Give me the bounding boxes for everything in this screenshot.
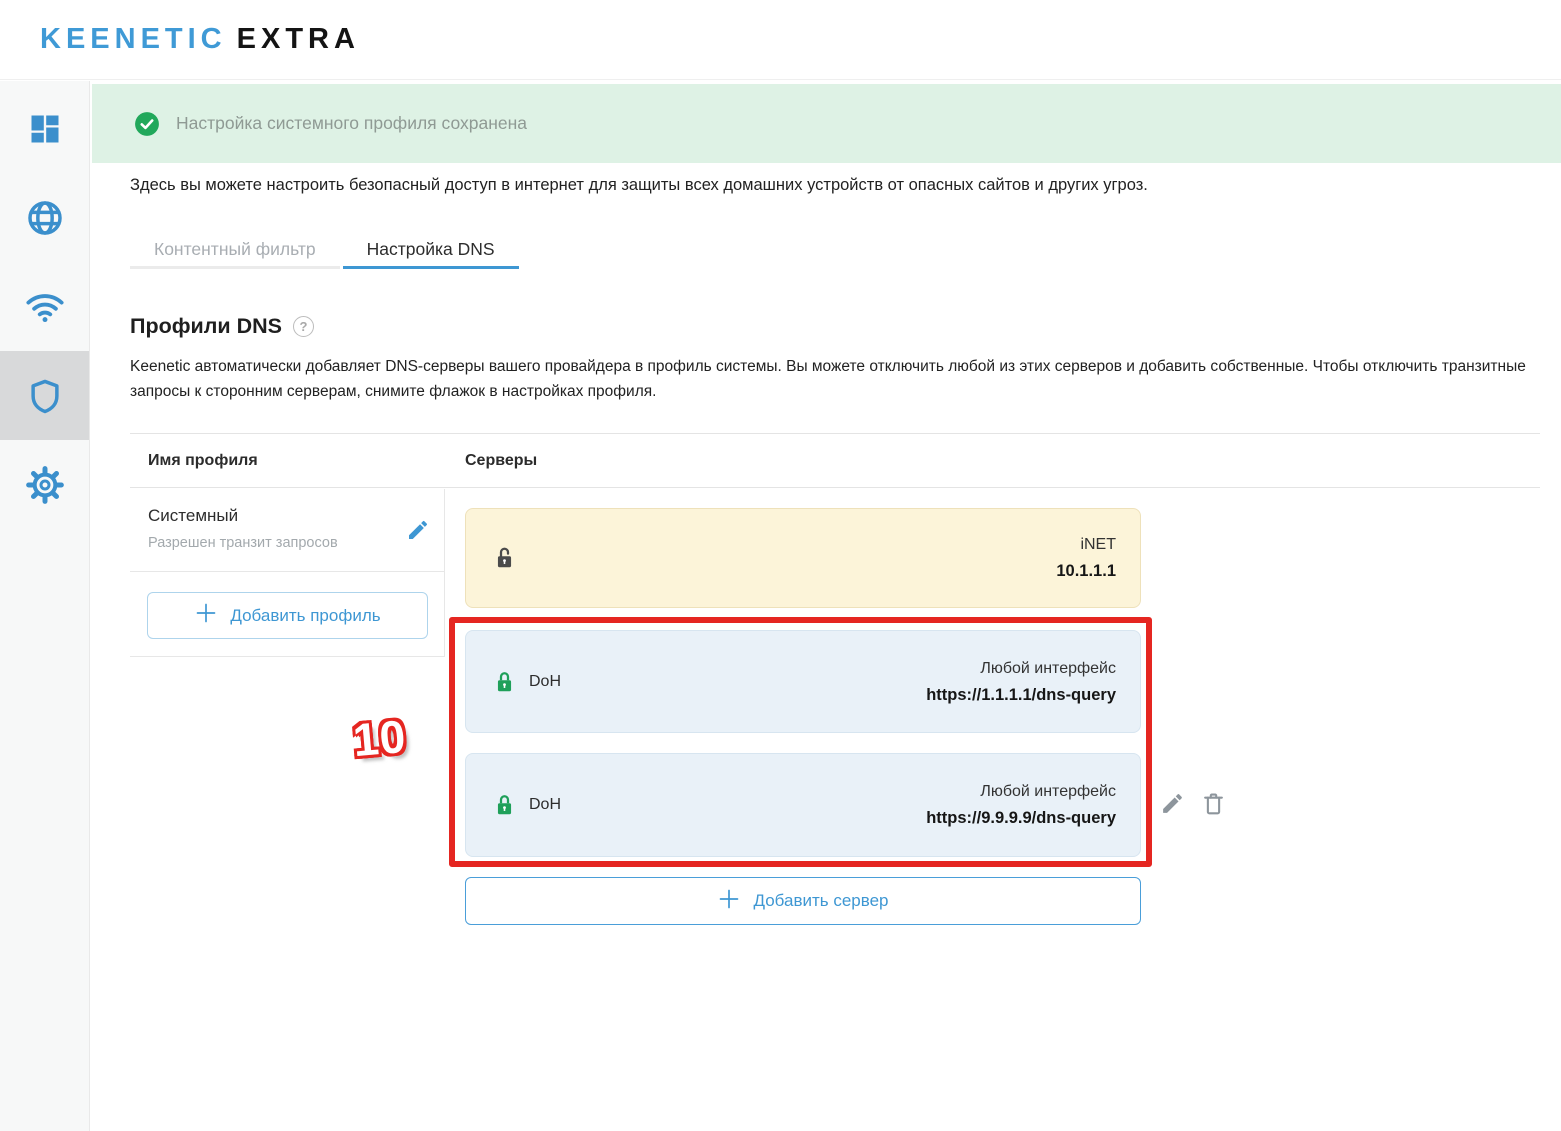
add-profile-button[interactable]: Добавить профиль	[147, 592, 428, 639]
server-card-provider: iNET 10.1.1.1	[465, 508, 1141, 608]
server-address: https://1.1.1.1/dns-query	[926, 682, 1116, 709]
top-header: KEENETIC EXTRA	[0, 0, 1561, 80]
profile-name: Системный	[148, 506, 426, 526]
profile-list: Системный Разрешен транзит запросов Доба…	[130, 489, 445, 657]
plus-icon	[717, 887, 741, 916]
section-description: Keenetic автоматически добавляет DNS-сер…	[130, 354, 1532, 404]
wifi-icon	[24, 286, 66, 328]
column-header-servers: Серверы	[465, 452, 537, 470]
annotation-step-number: 10	[351, 709, 409, 767]
add-profile-label: Добавить профиль	[230, 606, 380, 626]
tab-content-filter[interactable]: Контентный фильтр	[130, 233, 340, 269]
gear-icon	[25, 465, 65, 505]
success-banner: Настройка системного профиля сохранена	[92, 84, 1561, 163]
server-interface-label: Любой интерфейс	[926, 778, 1116, 805]
server-address: 10.1.1.1	[1056, 558, 1116, 585]
tab-bar: Контентный фильтр Настройка DNS	[130, 233, 519, 269]
sidebar-item-settings[interactable]	[0, 440, 89, 529]
section-title: Профили DNS	[130, 314, 282, 339]
column-header-profile-name: Имя профиля	[148, 452, 445, 470]
dashboard-icon	[27, 111, 63, 147]
server-card-doh-2: DoH Любой интерфейс https://9.9.9.9/dns-…	[465, 753, 1141, 857]
edit-server-icon[interactable]	[1160, 791, 1185, 816]
lock-open-icon[interactable]	[494, 546, 515, 570]
server-interface-label: Любой интерфейс	[926, 655, 1116, 682]
sidebar-item-internet[interactable]	[0, 173, 89, 262]
add-server-button[interactable]: Добавить сервер	[465, 877, 1141, 925]
page: KEENETIC EXTRA	[0, 0, 1561, 1131]
server-address: https://9.9.9.9/dns-query	[926, 805, 1116, 832]
profile-subtitle: Разрешен транзит запросов	[148, 535, 426, 551]
tab-dns-settings[interactable]: Настройка DNS	[343, 233, 519, 269]
check-circle-icon	[134, 111, 160, 137]
lock-closed-icon[interactable]	[494, 793, 515, 817]
profile-card-system[interactable]: Системный Разрешен транзит запросов	[130, 489, 444, 572]
server-interface-label: iNET	[1056, 531, 1116, 558]
help-icon[interactable]: ?	[293, 316, 314, 337]
sidebar-item-wifi[interactable]	[0, 262, 89, 351]
server-protocol: DoH	[529, 673, 561, 691]
section-header: Профили DNS ?	[130, 314, 314, 339]
sidebar-nav	[0, 81, 90, 1131]
keenetic-logo: KEENETIC EXTRA	[40, 23, 360, 56]
server-protocol: DoH	[529, 796, 561, 814]
server-row-actions	[1160, 791, 1226, 816]
shield-icon	[26, 377, 64, 415]
plus-icon	[194, 601, 218, 630]
sidebar-item-dashboard[interactable]	[0, 84, 89, 173]
delete-server-icon[interactable]	[1201, 791, 1226, 816]
sidebar-item-security[interactable]	[0, 351, 89, 440]
edit-profile-icon[interactable]	[406, 518, 430, 542]
table-header-row: Имя профиля Серверы	[130, 433, 1540, 488]
server-card-doh-1: DoH Любой интерфейс https://1.1.1.1/dns-…	[465, 630, 1141, 733]
lock-closed-icon[interactable]	[494, 670, 515, 694]
page-intro-text: Здесь вы можете настроить безопасный дос…	[130, 176, 1530, 195]
brand-primary: KEENETIC	[40, 23, 227, 55]
brand-secondary: EXTRA	[237, 23, 360, 55]
banner-message: Настройка системного профиля сохранена	[176, 113, 527, 134]
add-server-label: Добавить сервер	[753, 891, 888, 911]
globe-icon	[25, 198, 65, 238]
